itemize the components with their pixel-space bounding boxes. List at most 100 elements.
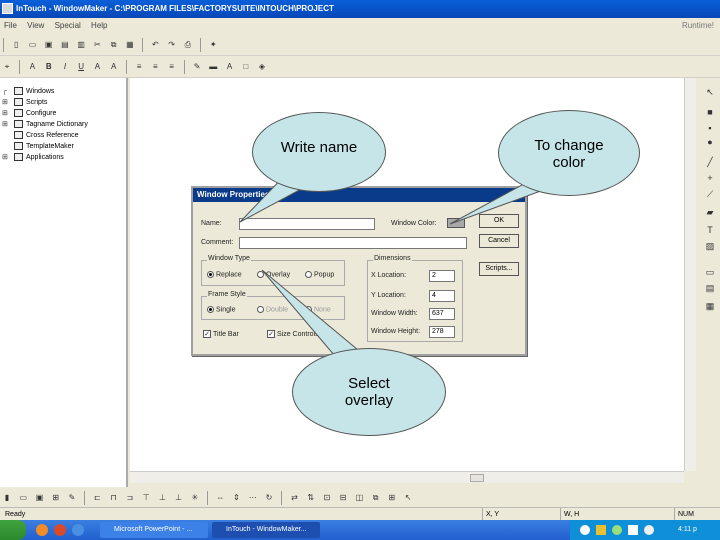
single-radio[interactable]: Single <box>207 306 235 313</box>
font-icon[interactable]: A <box>26 61 38 73</box>
align-center-icon[interactable]: ≡ <box>149 61 161 73</box>
flip-horizontal-icon[interactable]: ⇄ <box>288 492 300 504</box>
tree-item-configure[interactable]: Configure <box>14 108 56 119</box>
expand-icon[interactable]: ⊞ <box>2 108 8 119</box>
close-window-icon[interactable]: ▥ <box>75 39 87 51</box>
save-icon[interactable]: ▣ <box>43 39 55 51</box>
menu-special[interactable]: Special <box>51 18 85 34</box>
align-bottom-obj-icon[interactable]: ⊥ <box>173 492 185 504</box>
print-icon[interactable]: ⎙ <box>182 39 194 51</box>
undo-icon[interactable]: ↶ <box>149 39 161 51</box>
space-horizontal-icon[interactable]: ⇔ <box>214 492 226 504</box>
copy-icon[interactable]: ⧉ <box>108 39 120 51</box>
none-radio[interactable]: None <box>305 306 331 313</box>
comment-field[interactable] <box>239 237 467 249</box>
menu-file[interactable]: File <box>0 18 21 34</box>
task-intouch[interactable]: InTouch - WindowMaker... <box>212 522 320 538</box>
x-location-field[interactable]: 2 <box>429 270 455 282</box>
tree-item-cross-reference[interactable]: Cross Reference <box>14 130 79 141</box>
volume-icon[interactable] <box>596 525 606 535</box>
menu-help[interactable]: Help <box>87 18 111 34</box>
open-icon[interactable]: ▭ <box>26 39 38 51</box>
wizard-tool-icon[interactable]: ▦ <box>704 300 716 312</box>
cut-icon[interactable]: ✂ <box>91 39 103 51</box>
expand-icon[interactable]: ⊞ <box>2 119 8 130</box>
fill-color-icon[interactable]: ▬ <box>207 61 219 73</box>
media-player-icon[interactable] <box>54 524 66 536</box>
snap-grid-icon[interactable]: ⋯ <box>247 492 259 504</box>
runtime-link[interactable]: Runtime! <box>682 18 714 34</box>
pointer-icon[interactable]: ⌖ <box>1 61 13 73</box>
text-tool-icon[interactable]: T <box>704 224 716 236</box>
polygon-tool-icon[interactable]: ▰ <box>704 206 716 218</box>
align-right-icon[interactable]: ≡ <box>166 61 178 73</box>
window-height-field[interactable]: 278 <box>429 326 455 338</box>
bitmap-tool-icon[interactable]: ▨ <box>704 240 716 252</box>
overlay-radio[interactable]: Overlay <box>257 271 290 278</box>
select-tool-icon[interactable]: ↖ <box>704 86 716 98</box>
enlarge-font-icon[interactable]: A <box>108 61 120 73</box>
window-color-swatch[interactable] <box>447 218 465 228</box>
send-back-icon[interactable]: ▭ <box>17 492 29 504</box>
polyline-tool-icon[interactable]: ⟋ <box>704 188 716 200</box>
ungroup-icon[interactable]: ⊞ <box>50 492 62 504</box>
bring-front-icon[interactable]: ▮ <box>1 492 13 504</box>
scripts-button[interactable]: Scripts... <box>479 262 519 276</box>
firefox-icon[interactable] <box>36 524 48 536</box>
rotate-icon[interactable]: ↻ <box>263 492 275 504</box>
align-centers-icon[interactable]: ✳ <box>189 492 201 504</box>
align-top-obj-icon[interactable]: ⊤ <box>140 492 152 504</box>
trend-tool-icon[interactable]: ▤ <box>704 282 716 294</box>
text-color-icon[interactable]: A <box>224 61 236 73</box>
bold-icon[interactable]: B <box>43 61 55 73</box>
tree-item-scripts[interactable]: Scripts <box>14 97 47 108</box>
save-all-icon[interactable]: ▤ <box>59 39 71 51</box>
new-icon[interactable]: ▯ <box>10 39 22 51</box>
align-left-icon[interactable]: ≡ <box>133 61 145 73</box>
replace-radio[interactable]: Replace <box>207 271 242 278</box>
line-tool-icon[interactable]: ╱ <box>704 156 716 168</box>
button-tool-icon[interactable]: ▭ <box>704 266 716 278</box>
rectangle-tool-icon[interactable]: ■ <box>704 106 716 118</box>
update-icon[interactable] <box>644 525 654 535</box>
zoom-icon[interactable]: ↖ <box>402 492 414 504</box>
tree-item-templatemaker[interactable]: TemplateMaker <box>14 141 74 152</box>
title-bar-checkbox[interactable]: ✓ Title Bar <box>203 330 239 338</box>
cancel-button[interactable]: Cancel <box>479 234 519 248</box>
full-screen-icon[interactable]: ⊞ <box>386 492 398 504</box>
expand-icon[interactable]: ⊞ <box>2 97 8 108</box>
italic-icon[interactable]: I <box>59 61 71 73</box>
align-center-obj-icon[interactable]: ⊓ <box>108 492 120 504</box>
size-controls-checkbox[interactable]: ✓ Size Controls <box>267 330 319 338</box>
make-cell-icon[interactable]: ⊡ <box>321 492 333 504</box>
scroll-thumb[interactable] <box>470 474 484 482</box>
line-color-icon[interactable]: ✎ <box>191 61 203 73</box>
task-powerpoint[interactable]: Microsoft PowerPoint - ... <box>100 522 208 538</box>
align-middle-obj-icon[interactable]: ⊥ <box>156 492 168 504</box>
wizard-icon[interactable]: ✦ <box>207 39 219 51</box>
tree-item-tagname-dictionary[interactable]: Tagname Dictionary <box>14 119 88 130</box>
window-color-icon[interactable]: □ <box>240 61 252 73</box>
ie-icon[interactable] <box>72 524 84 536</box>
security-icon[interactable] <box>612 525 622 535</box>
symbol-icon[interactable]: ◫ <box>353 492 365 504</box>
hv-line-tool-icon[interactable]: + <box>704 172 716 184</box>
tree-item-windows[interactable]: Windows <box>14 86 54 97</box>
space-vertical-icon[interactable]: ⇕ <box>231 492 243 504</box>
font-size-icon[interactable]: A <box>91 61 103 73</box>
redo-icon[interactable]: ↷ <box>166 39 178 51</box>
transparent-icon[interactable]: ◈ <box>256 61 268 73</box>
start-button[interactable] <box>0 520 26 540</box>
menu-view[interactable]: View <box>23 18 48 34</box>
y-location-field[interactable]: 4 <box>429 290 455 302</box>
flip-vertical-icon[interactable]: ⇅ <box>305 492 317 504</box>
network-icon[interactable] <box>580 525 590 535</box>
window-width-field[interactable]: 637 <box>429 308 455 320</box>
paste-icon[interactable]: ▦ <box>124 39 136 51</box>
break-cell-icon[interactable]: ⊟ <box>337 492 349 504</box>
expand-icon[interactable]: ⊞ <box>2 152 8 163</box>
duplicate-icon[interactable]: ⧉ <box>370 492 382 504</box>
double-radio[interactable]: Double <box>257 306 288 313</box>
reshape-icon[interactable]: ✎ <box>66 492 78 504</box>
popup-radio[interactable]: Popup <box>305 271 334 278</box>
